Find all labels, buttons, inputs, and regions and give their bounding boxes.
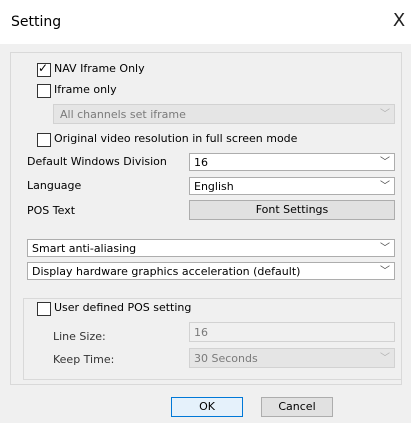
user-pos-checkbox[interactable] [37,302,51,316]
title-bar: Setting X [0,0,411,44]
all-channels-value: All channels set iframe [60,108,186,121]
iframe-only-label: Iframe only [54,83,117,96]
anti-aliasing-select[interactable]: Smart anti-aliasing ﹀ [27,239,395,257]
iframe-only-checkbox[interactable] [37,84,51,98]
ok-button[interactable]: OK [171,397,243,417]
close-icon[interactable]: X [388,10,410,32]
graphics-acceleration-select[interactable]: Display hardware graphics acceleration (… [27,262,395,280]
graphics-acceleration-value: Display hardware graphics acceleration (… [32,265,301,278]
chevron-down-icon: ﹀ [380,157,390,168]
font-settings-button[interactable]: Font Settings [189,200,395,220]
anti-aliasing-value: Smart anti-aliasing [32,242,137,255]
chevron-down-icon: ﹀ [380,109,390,120]
line-size-input[interactable]: 16 [189,322,395,342]
nav-iframe-only-label: NAV Iframe Only [54,62,145,75]
chevron-down-icon: ﹀ [380,353,390,364]
default-windows-division-value: 16 [194,156,208,169]
all-channels-select[interactable]: All channels set iframe ﹀ [53,104,395,124]
default-windows-division-label: Default Windows Division [27,155,167,168]
keep-time-select[interactable]: 30 Seconds ﹀ [189,348,395,368]
keep-time-label: Keep Time: [53,353,115,366]
language-select[interactable]: English ﹀ [189,177,395,195]
keep-time-value: 30 Seconds [194,352,258,365]
default-windows-division-select[interactable]: 16 ﹀ [189,153,395,171]
line-size-value: 16 [194,326,208,339]
pos-text-label: POS Text [27,204,76,217]
dialog-title: Setting [11,14,62,30]
chevron-down-icon: ﹀ [380,266,390,277]
original-video-resolution-label: Original video resolution in full screen… [54,132,298,145]
chevron-down-icon: ﹀ [380,243,390,254]
cancel-button[interactable]: Cancel [261,397,333,417]
language-label: Language [27,179,82,192]
language-value: English [194,180,234,193]
original-video-resolution-checkbox[interactable] [37,133,51,147]
user-pos-label: User defined POS setting [54,301,192,314]
settings-dialog: Setting X NAV Iframe Only Iframe only Al… [0,0,411,423]
line-size-label: Line Size: [53,330,106,343]
chevron-down-icon: ﹀ [380,181,390,192]
nav-iframe-only-checkbox[interactable] [37,61,51,77]
